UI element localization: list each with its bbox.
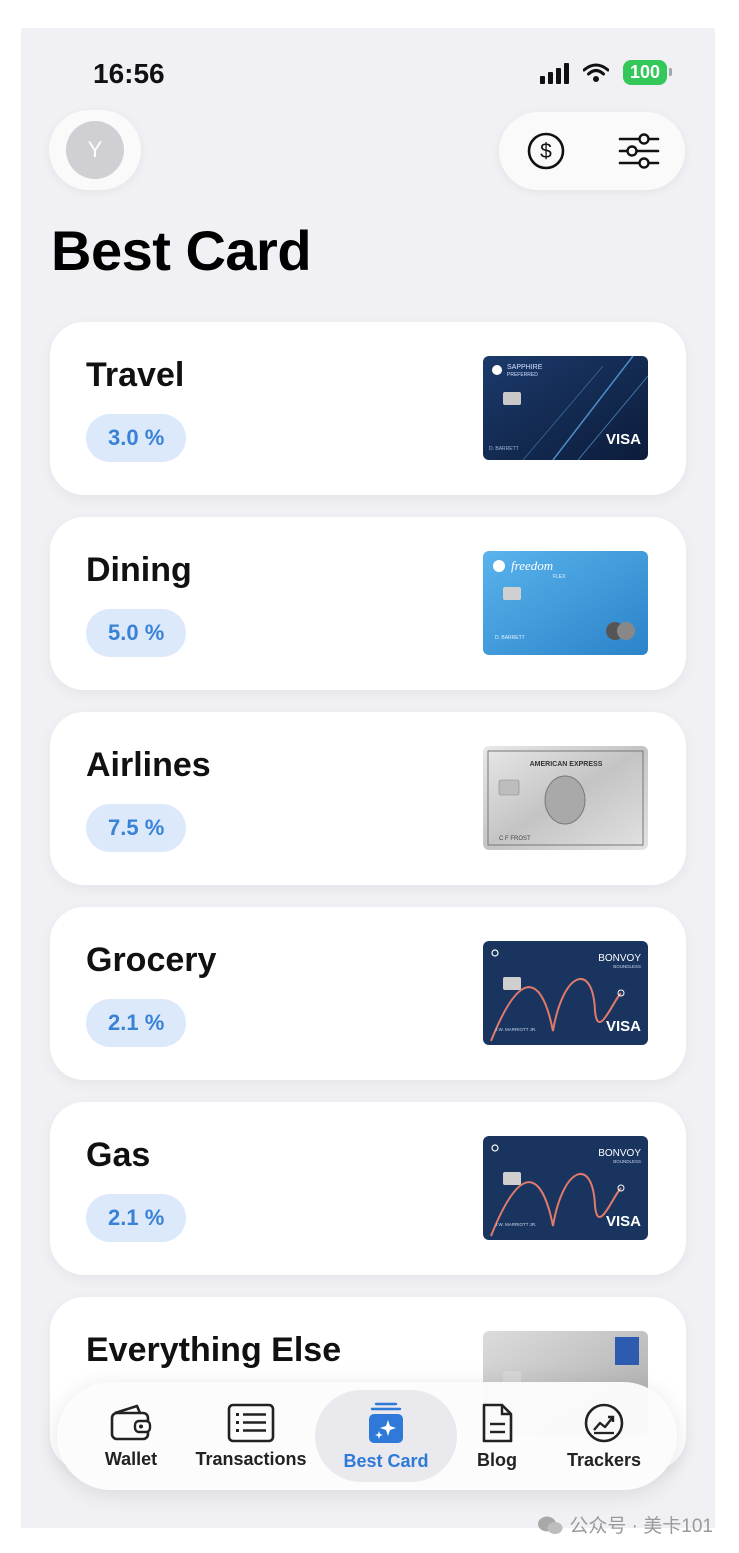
wallet-icon: [110, 1404, 152, 1440]
card-network-text: VISA: [606, 1213, 641, 1230]
category-name: Grocery: [86, 941, 217, 979]
card-brand-text: BONVOY: [598, 953, 641, 964]
card-holder-text: D. BARRETT: [495, 635, 525, 641]
phone-screen: 16:56 100 Y $ Best Card Travel 3.0 % SAP…: [21, 28, 715, 1528]
tab-trackers[interactable]: Trackers: [547, 1382, 661, 1490]
card-holder-text: J.W. MARRIOTT JR.: [495, 1222, 536, 1227]
card-sub-text: BOUNDLESS: [613, 1159, 641, 1164]
card-brand-text: freedom: [511, 558, 553, 573]
credit-card-image: SAPPHIRE PREFERRED D. BARRETT VISA: [483, 356, 648, 460]
svg-text:$: $: [540, 140, 552, 163]
category-card-gas[interactable]: Gas 2.1 % BONVOY BOUNDLESS J.W. MARRIOTT…: [50, 1102, 686, 1275]
category-name: Everything Else: [86, 1331, 342, 1369]
filter-button[interactable]: [615, 127, 663, 175]
currency-button[interactable]: $: [522, 127, 570, 175]
document-icon: [482, 1403, 513, 1442]
page-title: Best Card: [51, 219, 312, 282]
category-name: Gas: [86, 1136, 151, 1174]
chart-icon: [584, 1403, 624, 1442]
battery-indicator: 100: [622, 60, 673, 85]
list-icon: [227, 1403, 275, 1442]
category-card-travel[interactable]: Travel 3.0 % SAPPHIRE PREFERRED D. BARRE…: [50, 322, 686, 495]
category-list: Travel 3.0 % SAPPHIRE PREFERRED D. BARRE…: [50, 322, 686, 1492]
category-name: Dining: [86, 551, 192, 589]
tab-blog[interactable]: Blog: [457, 1382, 537, 1490]
wifi-icon: [582, 63, 609, 82]
category-card-grocery[interactable]: Grocery 2.1 % BONVOY BOUNDLESS J.W. MARR…: [50, 907, 686, 1080]
category-name: Airlines: [86, 746, 211, 784]
dollar-icon: $: [527, 132, 564, 170]
tab-label: Wallet: [104, 1448, 158, 1469]
card-holder-text: D. BARRETT: [489, 446, 519, 452]
credit-card-image: freedom FLEX D. BARRETT: [483, 551, 648, 655]
tab-label: Blog: [477, 1449, 517, 1470]
card-sub-text: FLEX: [553, 574, 566, 580]
tab-wallet[interactable]: Wallet: [79, 1382, 183, 1490]
reward-rate-badge: 3.0 %: [86, 414, 187, 462]
tab-label: Trackers: [566, 1449, 642, 1470]
card-sub-text: BOUNDLESS: [613, 964, 641, 969]
watermark-text: 公众号 · 美卡101: [569, 1516, 713, 1537]
profile-button[interactable]: Y: [49, 110, 141, 190]
card-network-text: VISA: [606, 431, 641, 448]
sparkle-card-icon: [369, 1402, 403, 1443]
reward-rate-badge: 2.1 %: [86, 1194, 187, 1242]
avatar: Y: [66, 121, 124, 179]
reward-rate-badge: 2.1 %: [86, 999, 187, 1047]
tab-label: Best Card: [343, 1450, 429, 1471]
tab-label: Transactions: [195, 1448, 307, 1469]
reward-rate-badge: 5.0 %: [86, 609, 187, 657]
sliders-icon: [618, 133, 659, 169]
watermark: 公众号 · 美卡101: [537, 1511, 713, 1538]
reward-rate-badge: 7.5 %: [86, 804, 187, 852]
status-icons: 100: [539, 60, 673, 85]
card-sub-text: PREFERRED: [507, 372, 538, 378]
tab-best-card[interactable]: Best Card: [325, 1382, 447, 1490]
card-brand-text: SAPPHIRE: [507, 364, 543, 371]
category-card-airlines[interactable]: Airlines 7.5 % AMERICAN EXPRESS C F FROS…: [50, 712, 686, 885]
top-actions: $: [499, 112, 685, 190]
card-brand-text: BONVOY: [598, 1148, 641, 1159]
credit-card-image: BONVOY BOUNDLESS J.W. MARRIOTT JR. VISA: [483, 941, 648, 1045]
tab-transactions[interactable]: Transactions: [187, 1382, 315, 1490]
card-holder-text: J.W. MARRIOTT JR.: [495, 1027, 536, 1032]
card-brand-text: AMERICAN EXPRESS: [530, 761, 603, 768]
status-time: 16:56: [93, 58, 165, 89]
credit-card-image: BONVOY BOUNDLESS J.W. MARRIOTT JR. VISA: [483, 1136, 648, 1240]
credit-card-image: AMERICAN EXPRESS C F FROST: [483, 746, 648, 850]
wechat-icon: [538, 1516, 563, 1534]
signal-icon: [539, 62, 569, 84]
card-network-text: VISA: [606, 1018, 641, 1035]
bottom-tab-bar: Wallet Transactions Best Card Blog Track…: [57, 1382, 677, 1490]
category-card-dining[interactable]: Dining 5.0 % freedom FLEX D. BARRETT: [50, 517, 686, 690]
card-holder-text: C F FROST: [499, 836, 531, 842]
category-name: Travel: [86, 356, 185, 394]
